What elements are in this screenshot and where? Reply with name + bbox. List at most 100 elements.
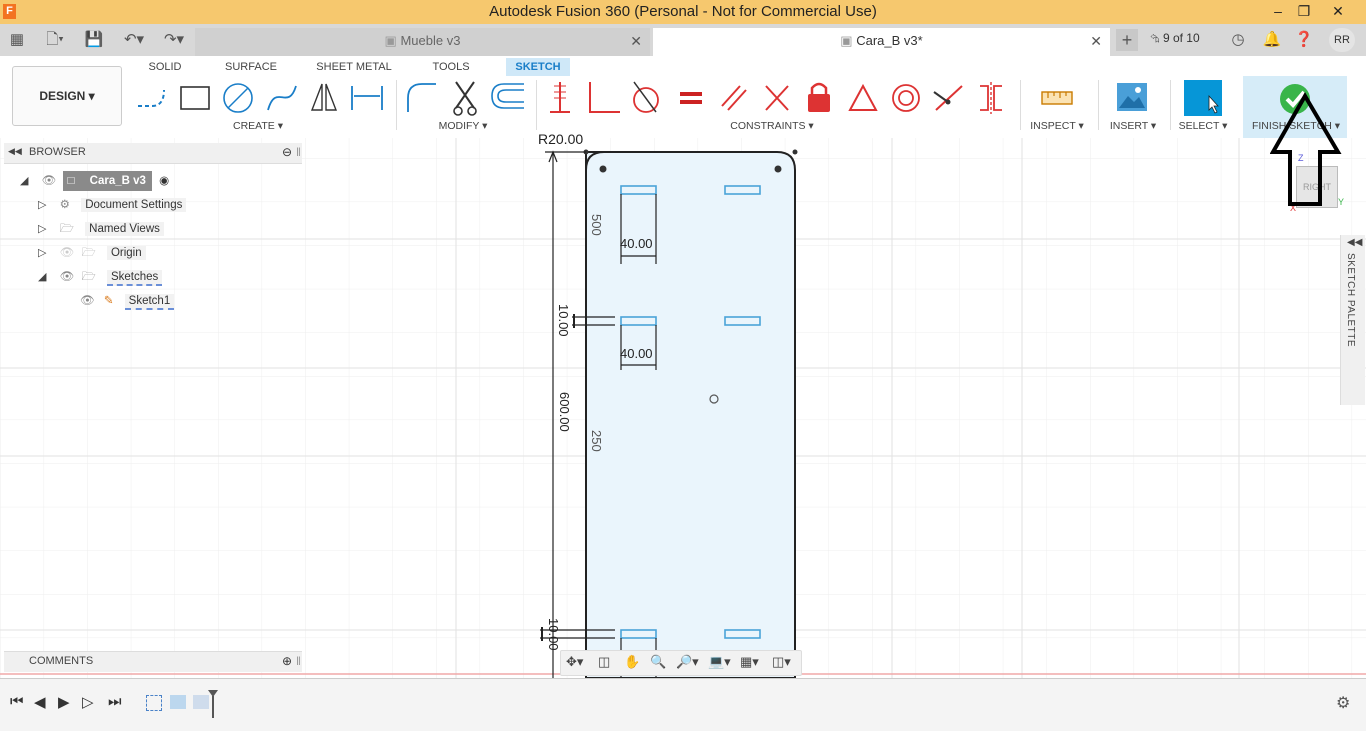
dim-500[interactable]: 500 xyxy=(589,214,604,236)
dim-250[interactable]: 250 xyxy=(589,430,604,452)
rectangle-tool-icon[interactable] xyxy=(180,86,210,110)
constraints-menu[interactable]: CONSTRAINTS ▾ xyxy=(716,120,828,132)
tab-mueble[interactable]: ▣ Mueble v3 ✕ xyxy=(195,28,650,56)
timeline-sketch-icon[interactable] xyxy=(146,695,162,711)
minimize-button[interactable]: – xyxy=(1266,2,1290,20)
tab-cara-b[interactable]: ▣ Cara_B v3* ✕ xyxy=(653,28,1110,56)
dim-slot-width-1[interactable]: 40.00 xyxy=(620,236,653,251)
data-panel-grid-icon[interactable]: ▦ xyxy=(6,30,28,50)
file-menu-icon[interactable]: 🗋▾ xyxy=(38,30,72,50)
modify-menu[interactable]: MODIFY ▾ xyxy=(428,120,498,132)
visibility-eye-icon[interactable]: 👁 xyxy=(42,175,57,187)
coincident-constraint-icon[interactable] xyxy=(933,85,963,111)
visibility-eye-icon[interactable]: 👁 xyxy=(80,295,95,307)
collapsed-triangle-icon[interactable]: ▷ xyxy=(38,199,46,211)
step-back-icon[interactable]: ◀ xyxy=(34,693,46,711)
spline-tool-icon[interactable] xyxy=(267,85,297,111)
close-tab-icon[interactable]: ✕ xyxy=(630,28,642,54)
activate-radio-icon[interactable]: ◉ xyxy=(159,175,169,187)
orbit-icon[interactable]: ✥▾ xyxy=(566,652,583,672)
undo-icon[interactable]: ↶▾ xyxy=(118,30,150,50)
visibility-eye-icon[interactable]: 👁 xyxy=(60,271,75,283)
radius-dimension[interactable]: R20.00 xyxy=(538,131,583,147)
measure-icon[interactable] xyxy=(1040,84,1074,112)
browser-item-sketch1[interactable]: 👁 ✎ Sketch1 xyxy=(80,291,175,311)
trim-scissors-icon[interactable] xyxy=(453,81,477,116)
perpendicular-constraint-icon[interactable] xyxy=(589,82,620,113)
redo-icon[interactable]: ↷▾ xyxy=(158,30,190,50)
play-icon[interactable]: ▶ xyxy=(58,693,70,711)
display-settings-icon[interactable]: 💻▾ xyxy=(708,652,731,672)
step-forward-icon[interactable]: ▷ xyxy=(82,693,94,711)
circle-tool-icon[interactable] xyxy=(223,83,253,113)
tangent-constraint-icon[interactable] xyxy=(633,81,659,113)
create-menu[interactable]: CREATE ▾ xyxy=(222,120,294,132)
hidden-eye-icon[interactable]: 👁 xyxy=(60,247,75,259)
fillet-tool-icon[interactable] xyxy=(407,83,436,112)
insert-image-icon[interactable] xyxy=(1116,82,1148,112)
notifications-bell-icon[interactable]: 🔔 xyxy=(1262,30,1282,50)
save-icon[interactable]: 💾 xyxy=(84,30,104,50)
browser-item-sketches[interactable]: ◢ 👁 🗁 Sketches xyxy=(38,267,163,287)
job-status-clock-icon[interactable]: ◷ xyxy=(1228,30,1248,50)
expanded-triangle-icon[interactable]: ◢ xyxy=(38,271,46,283)
browser-item-origin[interactable]: ▷ 👁 🗁 Origin xyxy=(38,243,146,263)
go-to-end-icon[interactable]: ⏭ xyxy=(108,693,122,710)
expanded-triangle-icon[interactable]: ◢ xyxy=(20,175,28,187)
dim-slot-height-bottom[interactable]: 10.00 xyxy=(546,618,561,651)
timeline-feature-icon[interactable] xyxy=(170,695,186,709)
mirror-tool-icon[interactable] xyxy=(310,83,338,111)
resize-handle-icon[interactable]: ‖ xyxy=(296,145,301,159)
browser-item-document-settings[interactable]: ▷ ⚙ Document Settings xyxy=(38,195,187,215)
new-tab-button[interactable]: + xyxy=(1116,29,1138,51)
collapse-panel-icon[interactable]: ◀◀ xyxy=(8,146,22,157)
resize-handle-icon[interactable]: ‖ xyxy=(296,654,301,668)
equal-constraint-icon[interactable] xyxy=(680,92,702,104)
tab-surface[interactable]: SURFACE xyxy=(220,58,282,76)
horizontal-vertical-constraint-icon[interactable] xyxy=(550,82,570,113)
symmetry-constraint-icon[interactable] xyxy=(980,82,1002,114)
fit-window-icon[interactable]: 🔎▾ xyxy=(676,652,699,672)
concentric-constraint-icon[interactable] xyxy=(892,84,920,112)
select-menu[interactable]: SELECT ▾ xyxy=(1172,120,1234,132)
line-tool-icon[interactable] xyxy=(138,89,165,107)
tab-solid[interactable]: SOLID xyxy=(140,58,190,76)
browser-root[interactable]: ◢ 👁 □ Cara_B v3 ◉ xyxy=(20,171,169,191)
offset-tool-icon[interactable] xyxy=(491,83,524,109)
minimize-browser-icon[interactable]: ⊖ xyxy=(282,145,292,159)
dim-slot-width-2[interactable]: 40.00 xyxy=(620,346,653,361)
help-icon[interactable]: ❓ xyxy=(1294,30,1314,50)
grid-settings-icon[interactable]: ▦▾ xyxy=(740,652,759,672)
browser-item-named-views[interactable]: ▷ 🗁 Named Views xyxy=(38,219,164,239)
version-indicator[interactable]: ⮲ 9 of 10 xyxy=(1150,31,1200,46)
look-at-icon[interactable]: ◫ xyxy=(598,652,610,672)
sketch-palette-tab[interactable]: ◀◀ SKETCH PALETTE xyxy=(1340,235,1365,405)
sketch-dimension-icon[interactable] xyxy=(351,86,383,110)
timeline-settings-gear-icon[interactable]: ⚙ xyxy=(1336,693,1350,713)
restore-button[interactable]: ❐ xyxy=(1292,2,1316,20)
collapsed-triangle-icon[interactable]: ▷ xyxy=(38,223,46,235)
comments-panel[interactable]: COMMENTS ⊕ ‖ xyxy=(4,651,302,672)
inspect-menu[interactable]: INSPECT ▾ xyxy=(1022,120,1092,132)
fix-lock-icon[interactable] xyxy=(808,82,830,112)
parallel-constraint-icon[interactable] xyxy=(721,85,747,111)
avatar[interactable]: RR xyxy=(1329,28,1355,52)
timeline-marker-icon[interactable] xyxy=(206,688,220,720)
tab-sheet-metal[interactable]: SHEET METAL xyxy=(314,58,394,76)
collapsed-triangle-icon[interactable]: ▷ xyxy=(38,247,46,259)
close-window-button[interactable]: ✕ xyxy=(1326,2,1350,20)
go-to-start-icon[interactable]: ⏮ xyxy=(10,693,24,710)
tab-tools[interactable]: TOOLS xyxy=(424,58,478,76)
collinear-constraint-icon[interactable] xyxy=(765,85,789,111)
browser-header[interactable]: ◀◀ BROWSER ⊖ ‖ xyxy=(4,143,302,164)
viewports-icon[interactable]: ◫▾ xyxy=(772,652,791,672)
zoom-icon[interactable]: 🔍 xyxy=(650,652,666,672)
pan-hand-icon[interactable]: ✋ xyxy=(624,652,640,672)
insert-menu[interactable]: INSERT ▾ xyxy=(1102,120,1164,132)
add-comment-icon[interactable]: ⊕ xyxy=(282,654,292,668)
select-tool-icon[interactable] xyxy=(1184,80,1222,116)
workspace-switcher[interactable]: DESIGN ▾ xyxy=(12,66,122,126)
dim-slot-height-1[interactable]: 10.00 xyxy=(556,304,571,337)
close-tab-icon[interactable]: ✕ xyxy=(1090,28,1102,54)
tab-sketch[interactable]: SKETCH xyxy=(506,58,570,76)
